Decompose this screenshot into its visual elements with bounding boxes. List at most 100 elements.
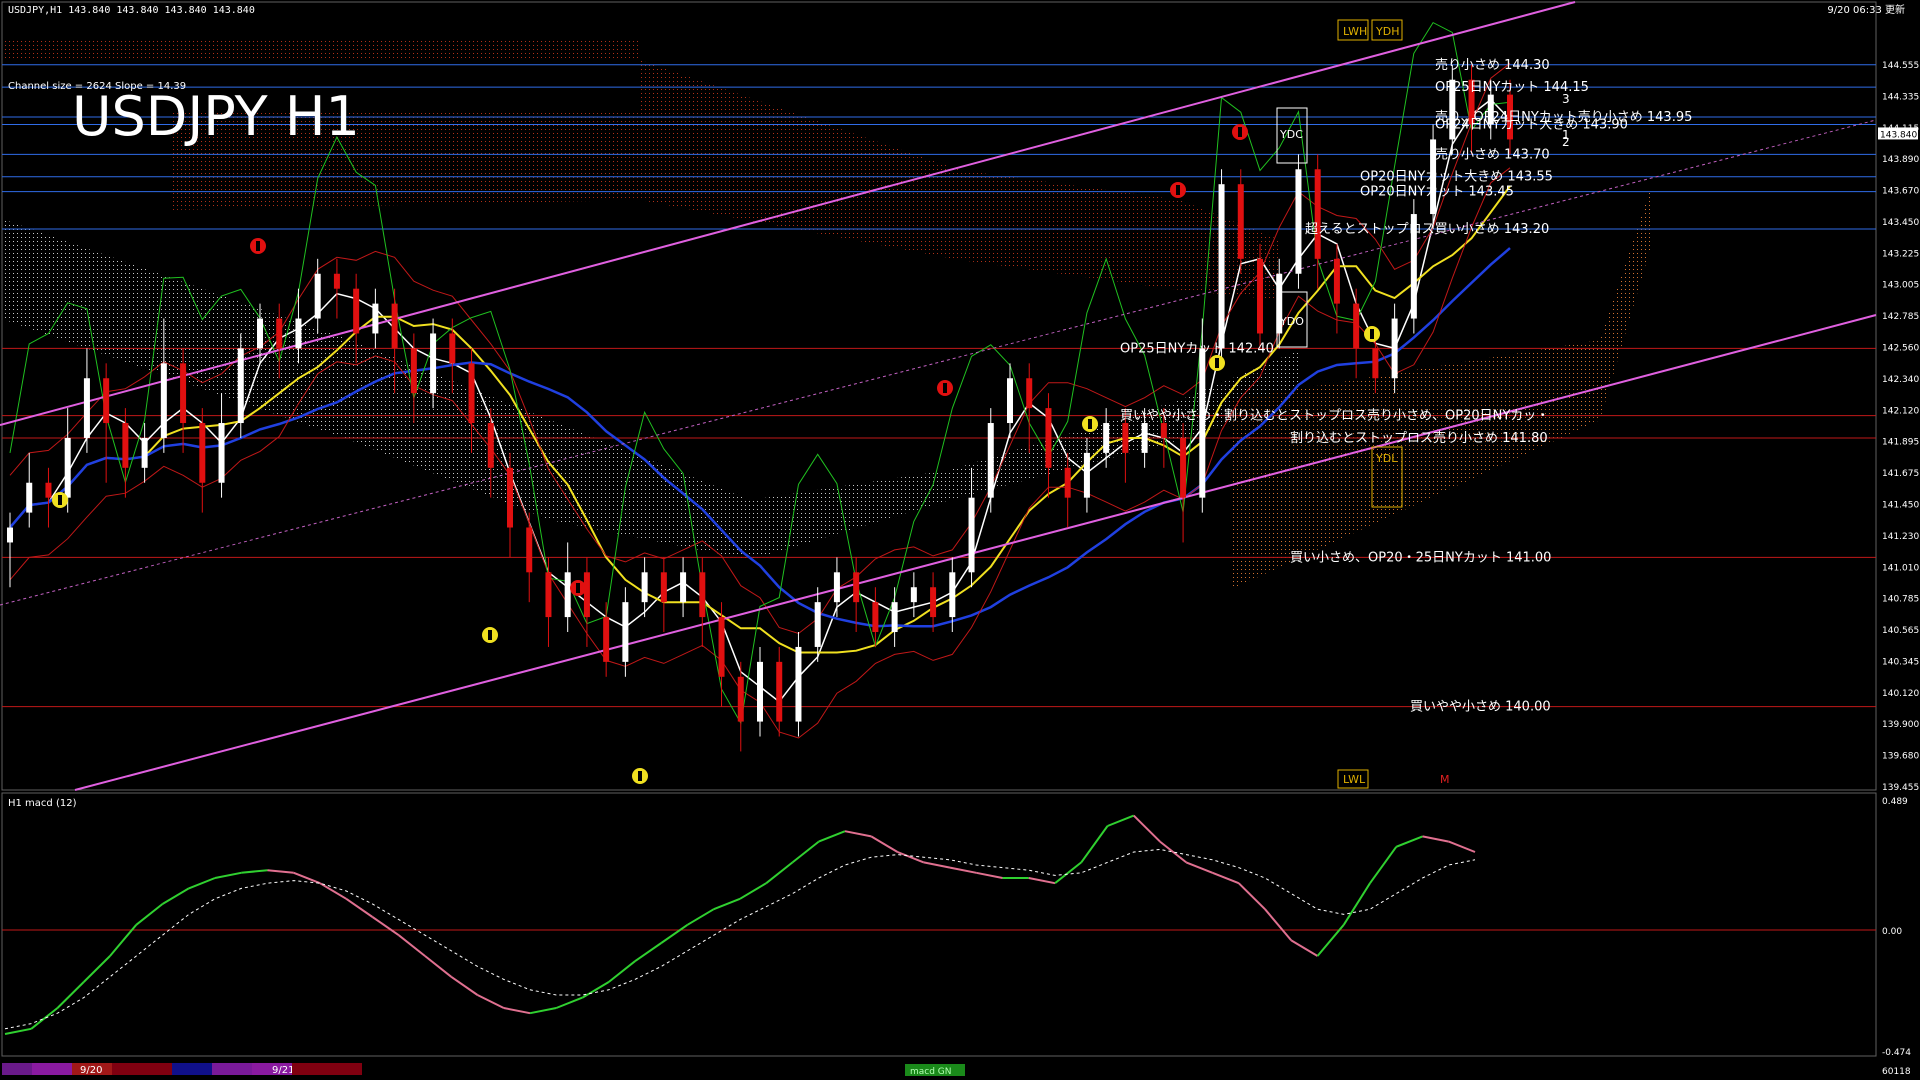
fractal-marker-notch [1215, 358, 1219, 368]
candle-body [757, 661, 763, 722]
price-axis-label: 142.340 [1882, 375, 1919, 385]
big-title: USDJPY H1 [72, 85, 360, 148]
candle-body [853, 572, 860, 603]
candle-body [1391, 318, 1398, 379]
macd-label: H1 macd (12) [8, 798, 77, 809]
m-label: M [1440, 773, 1450, 786]
channel-label-3: 3 [1562, 92, 1570, 106]
candle-body [1180, 437, 1187, 498]
candle-body [103, 378, 110, 424]
candle-body [26, 482, 33, 513]
candle-body [468, 363, 475, 424]
price-axis-label: 142.785 [1882, 312, 1919, 322]
candle-body [1122, 423, 1129, 453]
candle-body [930, 587, 937, 618]
current-price-label: 143.840 [1880, 130, 1917, 140]
price-axis-label: 141.895 [1882, 438, 1919, 448]
price-axis-label: 144.555 [1882, 61, 1919, 71]
candle-body [1007, 378, 1013, 424]
order-label: 割り込むとストップロス売り小さめ 141.80 [1290, 430, 1548, 446]
candle-body [949, 572, 956, 618]
candle-body [410, 348, 417, 394]
candle-body [295, 318, 302, 349]
candle-body [1333, 258, 1340, 304]
lwh-label: LWH [1343, 25, 1367, 38]
candle-body [1237, 184, 1244, 259]
candle-body [603, 617, 610, 662]
ydo-label: YDO [1279, 315, 1304, 328]
ydl-label: YDL [1375, 452, 1398, 465]
fractal-marker-notch [1370, 329, 1374, 339]
candle-body [968, 497, 975, 573]
fractal-marker-notch [943, 383, 947, 393]
fractal-marker-notch [256, 241, 260, 251]
candle-body [1218, 184, 1225, 349]
candle-body [1026, 378, 1033, 409]
price-axis-label: 140.785 [1882, 595, 1919, 605]
order-label: OP24日NYカット大きめ 143.90 [1435, 117, 1628, 132]
candle-body [1295, 169, 1302, 274]
candle-body [1160, 423, 1167, 438]
channel-label-1: 1 [1562, 128, 1570, 142]
price-axis-label: 142.120 [1882, 406, 1919, 416]
candle-body [122, 423, 129, 468]
order-label: 買い小さめ、OP20・25日NYカット 141.00 [1290, 550, 1551, 565]
candle-body [776, 661, 783, 722]
candle-body [622, 602, 629, 662]
macd-axis-top: 0.489 [1882, 797, 1908, 807]
candle-body [910, 587, 917, 603]
price-axis-label: 140.345 [1882, 657, 1919, 667]
price-axis-label: 139.900 [1882, 720, 1919, 730]
candle-body [737, 676, 744, 722]
order-label: 売り小さめ 143.70 [1435, 146, 1550, 162]
candle-body [1045, 408, 1052, 468]
candle-body [7, 527, 13, 543]
bottom-tag: macd GN [910, 1067, 952, 1077]
candle-body [141, 437, 148, 468]
candle-body [83, 378, 90, 438]
price-axis-label: 141.675 [1882, 469, 1919, 479]
candle-body [833, 572, 840, 603]
candle-body [891, 602, 898, 633]
price-axis-label: 140.120 [1882, 689, 1919, 699]
fractal-marker-notch [638, 771, 642, 781]
fractal-marker-notch [1176, 185, 1180, 195]
candle-body [1141, 423, 1148, 453]
candle-body [180, 363, 187, 424]
order-label: 買いやや小さめ 140.00 [1410, 700, 1551, 715]
fractal-marker-notch [488, 630, 492, 640]
fractal-marker-notch [58, 495, 62, 505]
candle-body [1103, 423, 1110, 453]
candle-body [1314, 169, 1321, 259]
candle-body [526, 527, 533, 573]
candle-body [814, 602, 821, 647]
ydc-label: YDC [1279, 128, 1303, 141]
price-axis-label: 140.565 [1882, 626, 1919, 636]
ydh-label: YDH [1375, 25, 1399, 38]
macd-axis-bottom: -0.474 [1882, 1048, 1911, 1058]
candle-body [160, 363, 167, 438]
order-label: 買いやや小さめ・割り込むとストップロス売り小さめ、OP20日NYカッ・ [1120, 408, 1549, 424]
price-axis-label: 142.560 [1882, 344, 1919, 354]
price-axis-label: 143.225 [1882, 249, 1919, 259]
candle-body [564, 572, 571, 618]
price-axis-label: 141.450 [1882, 500, 1919, 510]
date-marker-2: 9/21 [272, 1065, 294, 1076]
candle-body [314, 273, 321, 319]
candle-body [391, 303, 398, 349]
order-label: OP20日NYカット 143.45 [1360, 185, 1514, 200]
candle-body [353, 288, 360, 334]
fractal-marker-notch [576, 583, 580, 593]
candle-body [218, 423, 225, 483]
order-label: OP25日NYカット 142.40 [1120, 341, 1274, 356]
bottom-right-code: 60118 [1882, 1067, 1911, 1077]
candle-body [276, 318, 283, 349]
candle-body [449, 333, 456, 364]
price-axis-label: 144.335 [1882, 92, 1919, 102]
date-marker-1: 9/20 [80, 1065, 102, 1076]
price-axis-label: 143.890 [1882, 155, 1919, 165]
candle-body [680, 572, 687, 603]
candle-body [333, 273, 340, 289]
candle-body [1257, 258, 1263, 334]
candle-body [257, 318, 263, 349]
